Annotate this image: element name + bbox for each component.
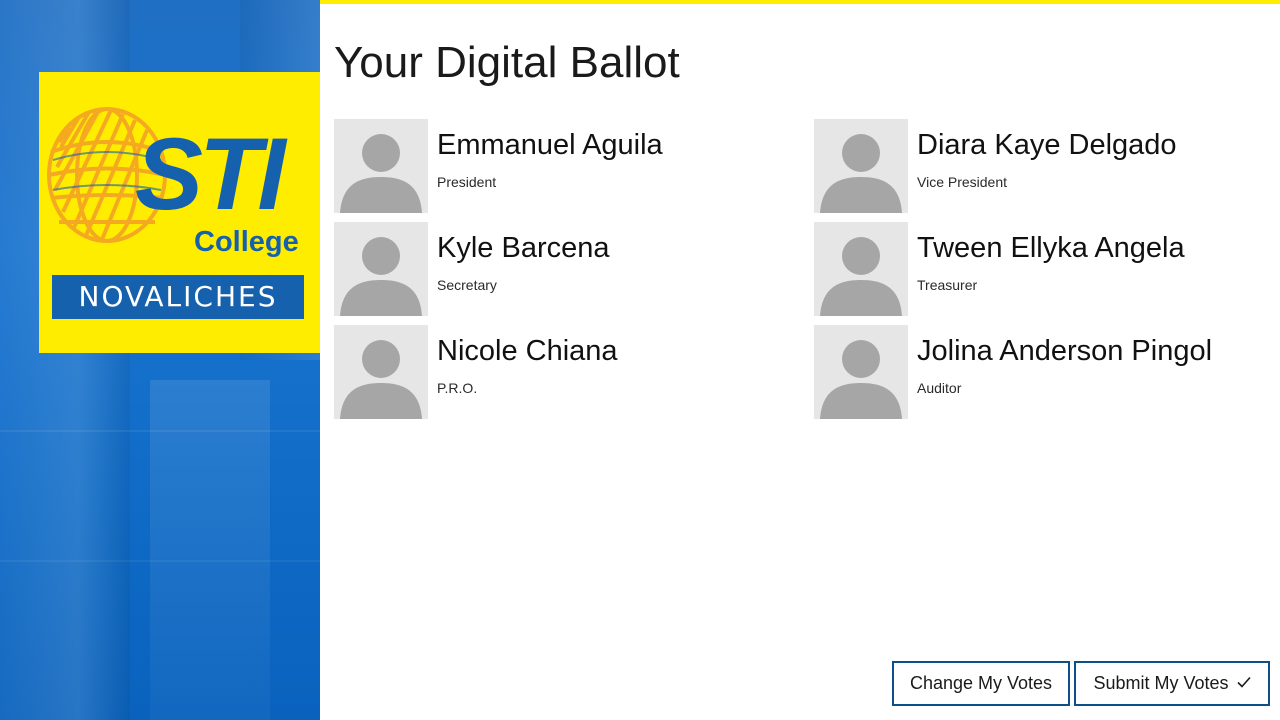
avatar-placeholder-icon	[334, 119, 428, 213]
candidate-name: Tween Ellyka Angela	[917, 232, 1185, 264]
change-votes-label: Change My Votes	[909, 673, 1053, 693]
background-line	[0, 560, 320, 562]
submit-votes-label: Submit My Votes	[1093, 673, 1229, 693]
candidate-position: P.R.O.	[437, 380, 478, 396]
logo-campus-banner: NOVALICHES	[52, 275, 304, 319]
candidate-card: Jolina Anderson Pingol Auditor	[814, 325, 1274, 419]
school-logo: STI College NOVALICHES	[39, 72, 320, 353]
avatar-placeholder-icon	[334, 325, 428, 419]
candidate-position: Secretary	[437, 277, 497, 293]
candidate-card: Nicole Chiana P.R.O.	[334, 325, 794, 419]
candidate-position: Treasurer	[917, 277, 978, 293]
candidate-card: Kyle Barcena Secretary	[334, 222, 794, 316]
candidate-card: Tween Ellyka Angela Treasurer	[814, 222, 1274, 316]
candidate-name: Kyle Barcena	[437, 232, 610, 264]
logo-wordmark: STI	[135, 117, 286, 231]
candidate-name: Jolina Anderson Pingol	[917, 335, 1213, 367]
candidate-card: Emmanuel Aguila President	[334, 119, 794, 213]
page-title: Your Digital Ballot	[334, 38, 680, 87]
avatar-placeholder-icon	[814, 325, 908, 419]
candidate-name: Emmanuel Aguila	[437, 129, 663, 161]
candidate-position: Auditor	[917, 380, 962, 396]
avatar-placeholder-icon	[334, 222, 428, 316]
checkmark-icon	[1236, 675, 1251, 693]
candidate-name: Diara Kaye Delgado	[917, 129, 1177, 161]
submit-votes-button[interactable]: Submit My Votes	[1074, 661, 1270, 706]
candidate-name: Nicole Chiana	[437, 335, 618, 367]
background-line	[0, 430, 320, 432]
avatar-placeholder-icon	[814, 119, 908, 213]
change-votes-button[interactable]: Change My Votes	[892, 661, 1070, 706]
candidate-position: President	[437, 174, 497, 190]
side-panel: STI College NOVALICHES	[0, 0, 320, 720]
candidate-position: Vice President	[917, 174, 1008, 190]
candidate-card: Diara Kaye Delgado Vice President	[814, 119, 1274, 213]
top-accent-bar	[320, 0, 1280, 4]
avatar-placeholder-icon	[814, 222, 908, 316]
logo-college-text: College	[194, 226, 299, 258]
